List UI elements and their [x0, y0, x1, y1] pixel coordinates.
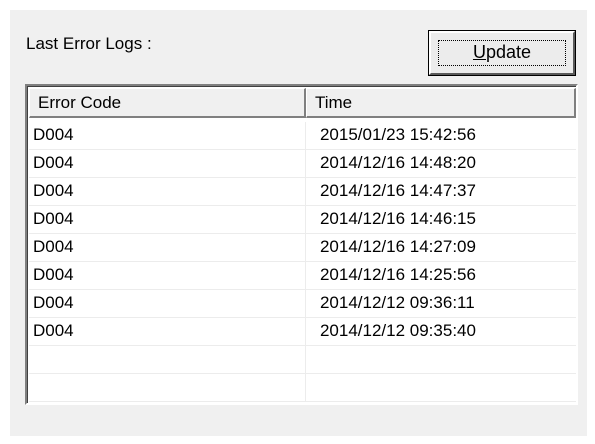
error-code-cell: D004	[29, 178, 306, 206]
listview-header: Error Code Time	[29, 88, 576, 118]
last-error-logs-label: Last Error Logs :	[26, 34, 152, 53]
error-code-cell: D004	[29, 234, 306, 262]
update-label-rest: pdate	[485, 42, 532, 62]
table-row[interactable]: D004 2014/12/16 14:46:15	[29, 206, 576, 234]
error-code-cell	[29, 374, 306, 402]
table-row[interactable]	[29, 346, 576, 374]
time-cell: 2015/01/23 15:42:56	[319, 125, 476, 144]
time-cell: 2014/12/16 14:47:37	[319, 181, 476, 200]
table-row[interactable]	[29, 374, 576, 402]
time-cell: 2014/12/16 14:48:20	[319, 153, 476, 172]
time-cell: 2014/12/16 14:46:15	[319, 209, 476, 228]
time-cell	[306, 374, 576, 402]
update-button[interactable]: Update	[428, 30, 576, 76]
listview-body: D004 2015/01/23 15:42:56 D004 2014/12/16…	[29, 122, 576, 403]
time-cell: 2014/12/16 14:25:56	[319, 265, 476, 284]
error-code-cell: D004	[29, 206, 306, 234]
error-code-cell: D004	[29, 262, 306, 290]
error-log-listview[interactable]: Error Code Time D004 2015/01/23 15:42:56…	[25, 84, 578, 405]
error-code-cell	[29, 346, 306, 374]
column-header-error-code[interactable]: Error Code	[29, 88, 306, 118]
table-row[interactable]: D004 2014/12/16 14:48:20	[29, 150, 576, 178]
time-cell: 2014/12/12 09:36:11	[319, 293, 475, 312]
table-row[interactable]: D004 2014/12/12 09:35:40	[29, 318, 576, 346]
time-cell: 2014/12/12 09:35:40	[319, 321, 476, 340]
table-row[interactable]: D004 2014/12/16 14:47:37	[29, 178, 576, 206]
table-row[interactable]: D004 2014/12/16 14:27:09	[29, 234, 576, 262]
time-cell: 2014/12/16 14:27:09	[319, 237, 476, 256]
update-button-label: Update	[431, 42, 573, 63]
update-mnemonic: U	[472, 42, 486, 62]
table-row[interactable]: D004 2014/12/12 09:36:11	[29, 290, 576, 318]
error-code-cell: D004	[29, 318, 306, 346]
error-code-cell: D004	[29, 122, 306, 150]
table-row[interactable]: D004 2014/12/16 14:25:56	[29, 262, 576, 290]
time-cell	[306, 346, 576, 374]
error-log-panel: Last Error Logs : Update Error Code Time…	[10, 10, 587, 436]
column-header-time[interactable]: Time	[305, 88, 576, 118]
error-code-cell: D004	[29, 290, 306, 318]
dialog-window: Last Error Logs : Update Error Code Time…	[0, 0, 595, 444]
error-code-cell: D004	[29, 150, 306, 178]
table-row[interactable]: D004 2015/01/23 15:42:56	[29, 122, 576, 150]
